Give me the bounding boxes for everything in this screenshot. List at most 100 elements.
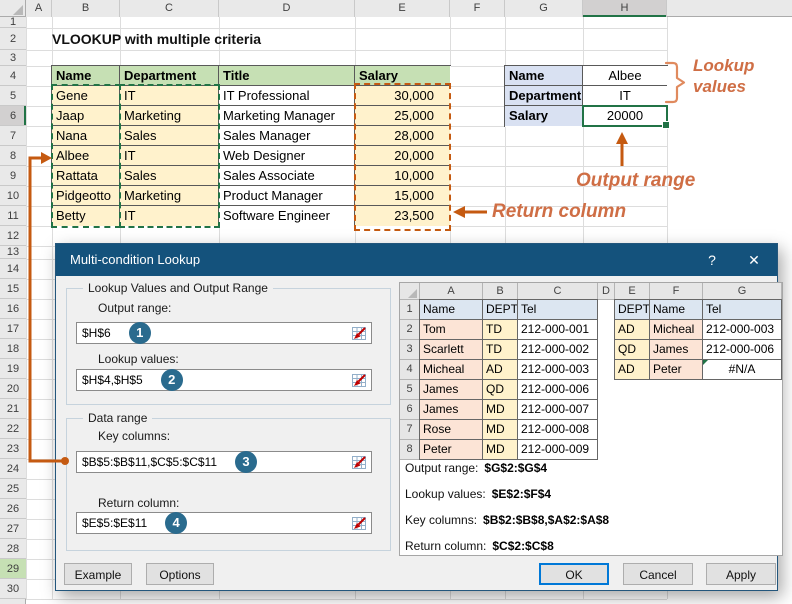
row-header-25[interactable]: 25 — [0, 479, 26, 499]
main-table-header-cell[interactable]: Title — [219, 66, 355, 86]
row-header-17[interactable]: 17 — [0, 319, 26, 339]
range-picker-icon[interactable] — [349, 372, 369, 388]
lookup-table-value-cell[interactable]: Albee — [583, 66, 667, 86]
preview-left-cell: MD — [483, 440, 518, 460]
column-header-F[interactable]: F — [450, 0, 505, 17]
preview-right-cell: 212-000-003 — [703, 320, 782, 340]
row-header-1[interactable]: 1 — [0, 17, 26, 28]
row-header-16[interactable]: 16 — [0, 299, 26, 319]
row-header-5[interactable]: 5 — [0, 86, 26, 106]
lookup-table-label-cell[interactable]: Department — [505, 86, 583, 106]
apply-button[interactable]: Apply — [706, 563, 776, 585]
dialog-close-button[interactable]: ✕ — [739, 244, 769, 276]
row-header-28[interactable]: 28 — [0, 539, 26, 559]
preview-left-cell: MD — [483, 420, 518, 440]
column-header-A[interactable]: A — [26, 0, 52, 17]
preview-left-header-cell: Tel — [518, 300, 598, 320]
row-header-22[interactable]: 22 — [0, 419, 26, 439]
row-header-2[interactable]: 2 — [0, 28, 26, 50]
dialog-help-button[interactable]: ? — [697, 244, 727, 276]
row-header-14[interactable]: 14 — [0, 259, 26, 279]
options-button[interactable]: Options — [146, 563, 214, 585]
row-header-24[interactable]: 24 — [0, 459, 26, 479]
range-picker-icon[interactable] — [349, 325, 369, 341]
row-header-10[interactable]: 10 — [0, 186, 26, 206]
main-table-cell[interactable]: Software Engineer — [219, 206, 355, 226]
dialog-title-bar[interactable]: Multi-condition Lookup — [56, 244, 777, 276]
ok-button[interactable]: OK — [539, 563, 609, 585]
preview-row-header-3: 3 — [400, 340, 420, 360]
row-header-30[interactable]: 30 — [0, 579, 26, 599]
row-header-29[interactable]: 29 — [0, 559, 26, 579]
main-table-cell[interactable]: Web Designer — [219, 146, 355, 166]
preview-summary-value: $G$2:$G$4 — [484, 461, 548, 475]
lookup-values-input[interactable]: $H$4,$H$5 2 — [76, 369, 372, 391]
preview-left-cell: 212-000-003 — [518, 360, 598, 380]
lookup-table-value-cell[interactable]: IT — [583, 86, 667, 106]
row-header-15[interactable]: 15 — [0, 279, 26, 299]
preview-left-cell: Peter — [420, 440, 483, 460]
sheet-title: VLOOKUP with multiple criteria — [52, 31, 262, 47]
column-header-E[interactable]: E — [355, 0, 450, 17]
preview-left-header-cell: Name — [420, 300, 483, 320]
preview-right-cell: QD — [615, 340, 650, 360]
row-header-18[interactable]: 18 — [0, 339, 26, 359]
main-table-header-cell[interactable]: Name — [52, 66, 120, 86]
preview-left-cell: 212-000-008 — [518, 420, 598, 440]
fill-handle[interactable] — [662, 121, 670, 129]
example-button[interactable]: Example — [64, 563, 132, 585]
main-table-cell[interactable]: Product Manager — [219, 186, 355, 206]
output-range-input[interactable]: $H$6 1 — [76, 322, 372, 344]
gridline — [26, 17, 27, 599]
preview-right-header-cell: Name — [650, 300, 703, 320]
row-header-9[interactable]: 9 — [0, 166, 26, 186]
row-header-27[interactable]: 27 — [0, 519, 26, 539]
select-all-corner[interactable] — [0, 0, 26, 17]
cancel-button[interactable]: Cancel — [623, 563, 693, 585]
selected-cell-border[interactable] — [582, 105, 670, 129]
row-header-7[interactable]: 7 — [0, 126, 26, 146]
preview-row-header-6: 6 — [400, 400, 420, 420]
key-columns-value: $B$5:$B$11,$C$5:$C$11 — [82, 455, 217, 469]
lookup-table-label-cell[interactable]: Name — [505, 66, 583, 86]
column-header-H[interactable]: H — [583, 0, 667, 17]
range-picker-icon[interactable] — [349, 515, 369, 531]
row-header-4[interactable]: 4 — [0, 66, 26, 86]
row-header-13[interactable]: 13 — [0, 246, 26, 259]
row-header-3[interactable]: 3 — [0, 50, 26, 66]
lookup-values-brace — [664, 61, 686, 104]
lookup-table-label-cell[interactable]: Salary — [505, 106, 583, 126]
row-header-26[interactable]: 26 — [0, 499, 26, 519]
excel-window: VLOOKUP with multiple criteria Name Depar… — [0, 0, 792, 604]
preview-summary-label: Return column: — [405, 539, 487, 553]
row-header-12[interactable]: 12 — [0, 226, 26, 246]
step-badge-4: 4 — [165, 512, 188, 534]
main-table-cell[interactable]: Sales Associate — [219, 166, 355, 186]
main-table-cell[interactable]: IT Professional — [219, 86, 355, 106]
key-columns-input[interactable]: $B$5:$B$11,$C$5:$C$11 3 — [76, 451, 372, 473]
preview-summary-value: $E$2:$F$4 — [491, 487, 552, 501]
column-header-G[interactable]: G — [505, 0, 583, 17]
preview-left-cell: 212-000-002 — [518, 340, 598, 360]
preview-right-cell: James — [650, 340, 703, 360]
main-table-header-cell[interactable]: Department — [120, 66, 219, 86]
row-header-6[interactable]: 6 — [0, 106, 26, 126]
row-header-11[interactable]: 11 — [0, 206, 26, 226]
main-table-cell[interactable]: Marketing Manager — [219, 106, 355, 126]
output-range-annotation: Output range — [576, 170, 696, 191]
row-header-20[interactable]: 20 — [0, 379, 26, 399]
multi-condition-lookup-dialog: Multi-condition Lookup ? ✕ Lookup Values… — [55, 243, 783, 591]
column-header-B[interactable]: B — [52, 0, 120, 17]
row-header-21[interactable]: 21 — [0, 399, 26, 419]
range-picker-icon[interactable] — [349, 454, 369, 470]
return-column-input[interactable]: $E$5:$E$11 4 — [76, 512, 372, 534]
column-header-D[interactable]: D — [219, 0, 355, 17]
column-header-C[interactable]: C — [120, 0, 219, 17]
row-header-8[interactable]: 8 — [0, 146, 26, 166]
row-header-23[interactable]: 23 — [0, 439, 26, 459]
row-header-19[interactable]: 19 — [0, 359, 26, 379]
key-columns-label: Key columns: — [98, 429, 171, 443]
preview-column-header-G: G — [703, 283, 782, 300]
main-table-cell[interactable]: Sales Manager — [219, 126, 355, 146]
lookup-values-label: Lookup values: — [98, 352, 179, 366]
